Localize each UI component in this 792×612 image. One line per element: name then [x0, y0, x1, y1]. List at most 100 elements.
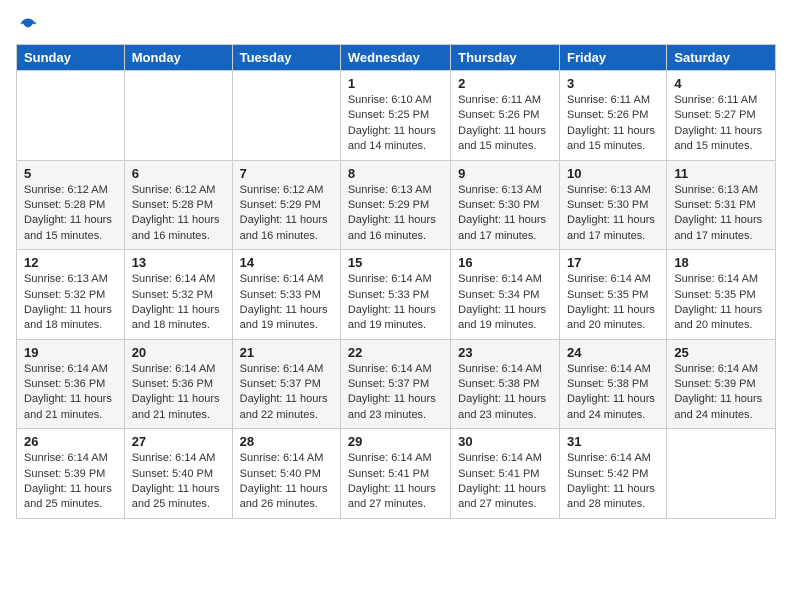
day-number: 12 — [24, 255, 117, 270]
calendar-cell: 30 Sunrise: 6:14 AM Sunset: 5:41 PM Dayli… — [451, 429, 560, 519]
day-number: 24 — [567, 345, 659, 360]
day-info: Sunrise: 6:13 AM Sunset: 5:29 PM Dayligh… — [348, 183, 443, 245]
calendar-cell: 15Sunrise: 6:14 AM Sunset: 5:33 PM Dayli… — [340, 250, 450, 340]
day-number: 10 — [567, 166, 659, 181]
day-info: Sunrise: 6:12 AM Sunset: 5:29 PM Dayligh… — [240, 183, 333, 245]
day-info: Sunrise: 6:13 AM Sunset: 5:30 PM Dayligh… — [567, 183, 659, 245]
day-number: 4 — [674, 76, 768, 91]
weekday-header-wednesday: Wednesday — [340, 45, 450, 71]
calendar-cell: 13Sunrise: 6:14 AM Sunset: 5:32 PM Dayli… — [124, 250, 232, 340]
day-number: 23 — [458, 345, 552, 360]
day-number: 16 — [458, 255, 552, 270]
day-number: 2 — [458, 76, 552, 91]
calendar-cell: 18 Sunrise: 6:14 AM Sunset: 5:35 PM Dayli… — [667, 250, 776, 340]
week-row-2: 5 Sunrise: 6:12 AM Sunset: 5:28 PM Daylig… — [17, 160, 776, 250]
day-info: Sunrise: 6:14 AM Sunset: 5:35 PM Dayligh… — [674, 272, 768, 334]
weekday-header-saturday: Saturday — [667, 45, 776, 71]
day-number: 3 — [567, 76, 659, 91]
calendar-cell: 27 Sunrise: 6:14 AM Sunset: 5:40 PM Dayli… — [124, 429, 232, 519]
day-number: 31 — [567, 434, 659, 449]
calendar-cell: 26 Sunrise: 6:14 AM Sunset: 5:39 PM Dayli… — [17, 429, 125, 519]
week-row-3: 12 Sunrise: 6:13 AM Sunset: 5:32 PM Dayli… — [17, 250, 776, 340]
day-info: Sunrise: 6:14 AM Sunset: 5:39 PM Dayligh… — [24, 451, 117, 513]
calendar-cell: 2 Sunrise: 6:11 AM Sunset: 5:26 PM Daylig… — [451, 71, 560, 161]
weekday-header-friday: Friday — [560, 45, 667, 71]
day-number: 25 — [674, 345, 768, 360]
calendar-cell: 20 Sunrise: 6:14 AM Sunset: 5:36 PM Dayli… — [124, 339, 232, 429]
day-info: Sunrise: 6:10 AM Sunset: 5:25 PM Dayligh… — [348, 93, 443, 155]
day-number: 11 — [674, 166, 768, 181]
day-info: Sunrise: 6:14 AM Sunset: 5:34 PM Dayligh… — [458, 272, 552, 334]
day-number: 27 — [132, 434, 225, 449]
page-header — [16, 16, 776, 36]
day-info: Sunrise: 6:14 AM Sunset: 5:41 PM Dayligh… — [348, 451, 443, 513]
day-number: 26 — [24, 434, 117, 449]
calendar-cell: 19 Sunrise: 6:14 AM Sunset: 5:36 PM Dayli… — [17, 339, 125, 429]
calendar-cell: 5 Sunrise: 6:12 AM Sunset: 5:28 PM Daylig… — [17, 160, 125, 250]
day-info: Sunrise: 6:14 AM Sunset: 5:37 PM Dayligh… — [348, 362, 443, 424]
day-number: 13 — [132, 255, 225, 270]
week-row-5: 26 Sunrise: 6:14 AM Sunset: 5:39 PM Dayli… — [17, 429, 776, 519]
calendar-cell: 16 Sunrise: 6:14 AM Sunset: 5:34 PM Dayli… — [451, 250, 560, 340]
day-number: 8 — [348, 166, 443, 181]
calendar-cell: 10 Sunrise: 6:13 AM Sunset: 5:30 PM Dayli… — [560, 160, 667, 250]
day-info: Sunrise: 6:14 AM Sunset: 5:33 PM Dayligh… — [240, 272, 333, 334]
calendar-cell: 21Sunrise: 6:14 AM Sunset: 5:37 PM Dayli… — [232, 339, 340, 429]
calendar-cell: 31 Sunrise: 6:14 AM Sunset: 5:42 PM Dayli… — [560, 429, 667, 519]
calendar-cell: 3Sunrise: 6:11 AM Sunset: 5:26 PM Daylig… — [560, 71, 667, 161]
calendar-cell: 11 Sunrise: 6:13 AM Sunset: 5:31 PM Dayli… — [667, 160, 776, 250]
calendar-cell — [17, 71, 125, 161]
day-number: 5 — [24, 166, 117, 181]
day-info: Sunrise: 6:14 AM Sunset: 5:36 PM Dayligh… — [24, 362, 117, 424]
day-info: Sunrise: 6:14 AM Sunset: 5:35 PM Dayligh… — [567, 272, 659, 334]
day-info: Sunrise: 6:14 AM Sunset: 5:41 PM Dayligh… — [458, 451, 552, 513]
day-info: Sunrise: 6:13 AM Sunset: 5:31 PM Dayligh… — [674, 183, 768, 245]
calendar-table: SundayMondayTuesdayWednesdayThursdayFrid… — [16, 44, 776, 519]
weekday-header-row: SundayMondayTuesdayWednesdayThursdayFrid… — [17, 45, 776, 71]
day-number: 28 — [240, 434, 333, 449]
day-number: 9 — [458, 166, 552, 181]
day-info: Sunrise: 6:14 AM Sunset: 5:40 PM Dayligh… — [132, 451, 225, 513]
calendar-cell: 28Sunrise: 6:14 AM Sunset: 5:40 PM Dayli… — [232, 429, 340, 519]
day-number: 19 — [24, 345, 117, 360]
day-number: 20 — [132, 345, 225, 360]
calendar-cell: 23 Sunrise: 6:14 AM Sunset: 5:38 PM Dayli… — [451, 339, 560, 429]
calendar-cell: 8 Sunrise: 6:13 AM Sunset: 5:29 PM Daylig… — [340, 160, 450, 250]
day-number: 1 — [348, 76, 443, 91]
calendar-cell: 6Sunrise: 6:12 AM Sunset: 5:28 PM Daylig… — [124, 160, 232, 250]
day-number: 18 — [674, 255, 768, 270]
calendar-cell: 25 Sunrise: 6:14 AM Sunset: 5:39 PM Dayli… — [667, 339, 776, 429]
calendar-cell: 14Sunrise: 6:14 AM Sunset: 5:33 PM Dayli… — [232, 250, 340, 340]
day-info: Sunrise: 6:13 AM Sunset: 5:30 PM Dayligh… — [458, 183, 552, 245]
day-info: Sunrise: 6:14 AM Sunset: 5:33 PM Dayligh… — [348, 272, 443, 334]
weekday-header-tuesday: Tuesday — [232, 45, 340, 71]
logo — [16, 16, 38, 36]
day-info: Sunrise: 6:14 AM Sunset: 5:36 PM Dayligh… — [132, 362, 225, 424]
day-info: Sunrise: 6:14 AM Sunset: 5:38 PM Dayligh… — [458, 362, 552, 424]
calendar-cell: 1 Sunrise: 6:10 AM Sunset: 5:25 PM Daylig… — [340, 71, 450, 161]
day-info: Sunrise: 6:14 AM Sunset: 5:39 PM Dayligh… — [674, 362, 768, 424]
day-number: 17 — [567, 255, 659, 270]
weekday-header-thursday: Thursday — [451, 45, 560, 71]
day-info: Sunrise: 6:14 AM Sunset: 5:42 PM Dayligh… — [567, 451, 659, 513]
day-info: Sunrise: 6:13 AM Sunset: 5:32 PM Dayligh… — [24, 272, 117, 334]
day-info: Sunrise: 6:14 AM Sunset: 5:37 PM Dayligh… — [240, 362, 333, 424]
day-info: Sunrise: 6:14 AM Sunset: 5:38 PM Dayligh… — [567, 362, 659, 424]
calendar-cell — [667, 429, 776, 519]
weekday-header-monday: Monday — [124, 45, 232, 71]
calendar-cell: 9 Sunrise: 6:13 AM Sunset: 5:30 PM Daylig… — [451, 160, 560, 250]
calendar-cell: 12 Sunrise: 6:13 AM Sunset: 5:32 PM Dayli… — [17, 250, 125, 340]
day-number: 29 — [348, 434, 443, 449]
calendar-cell: 29 Sunrise: 6:14 AM Sunset: 5:41 PM Dayli… — [340, 429, 450, 519]
day-info: Sunrise: 6:11 AM Sunset: 5:27 PM Dayligh… — [674, 93, 768, 155]
day-info: Sunrise: 6:11 AM Sunset: 5:26 PM Dayligh… — [458, 93, 552, 155]
calendar-cell: 4 Sunrise: 6:11 AM Sunset: 5:27 PM Daylig… — [667, 71, 776, 161]
day-number: 30 — [458, 434, 552, 449]
day-number: 7 — [240, 166, 333, 181]
calendar-cell: 17 Sunrise: 6:14 AM Sunset: 5:35 PM Dayli… — [560, 250, 667, 340]
day-info: Sunrise: 6:12 AM Sunset: 5:28 PM Dayligh… — [132, 183, 225, 245]
calendar-cell: 24 Sunrise: 6:14 AM Sunset: 5:38 PM Dayli… — [560, 339, 667, 429]
week-row-4: 19 Sunrise: 6:14 AM Sunset: 5:36 PM Dayli… — [17, 339, 776, 429]
calendar-cell — [124, 71, 232, 161]
day-info: Sunrise: 6:12 AM Sunset: 5:28 PM Dayligh… — [24, 183, 117, 245]
